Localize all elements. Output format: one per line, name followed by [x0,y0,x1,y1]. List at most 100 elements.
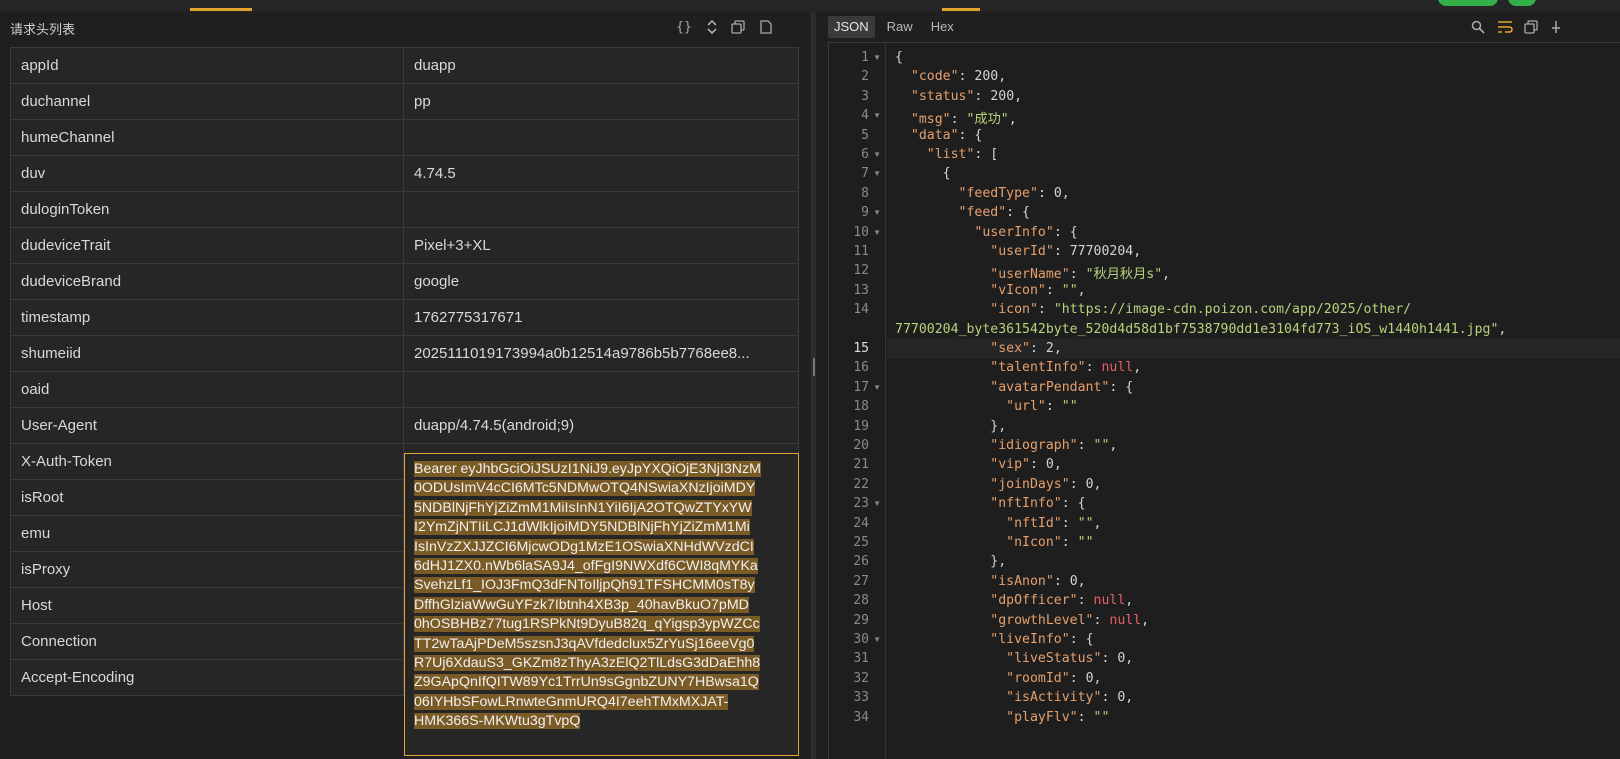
header-value[interactable]: duapp [404,48,798,84]
header-value[interactable]: Pixel+3+XL [404,228,798,264]
fold-toggle-icon[interactable]: ▼ [873,228,881,237]
header-key[interactable]: Connection [11,624,404,660]
code-line: "liveInfo": { [990,632,1094,647]
code-line: "growthLevel": null, [990,612,1150,628]
header-key[interactable]: oaid [11,372,404,408]
line-number: 26 [853,554,869,570]
code-line: "data": { [910,127,983,143]
braces-icon[interactable]: {} [674,17,694,37]
x-auth-token-value[interactable]: Bearer eyJhbGciOiJSUzI1NiJ9.eyJpYXQiOjE3… [404,453,799,756]
header-value[interactable] [404,192,798,228]
code-line: "avatarPendant": { [990,379,1134,395]
code-line: "userId": 77700204, [990,244,1142,259]
line-number: 32 [853,670,869,686]
line-number: 17 [853,379,869,395]
line-number: 8 [861,185,869,201]
header-value[interactable]: google [404,264,798,300]
header-key[interactable]: isProxy [11,552,404,588]
tab-json[interactable]: JSON [828,16,875,38]
copy-icon[interactable] [728,17,748,37]
word-wrap-icon[interactable] [1495,17,1515,37]
secondary-action-button[interactable] [1508,0,1536,6]
header-row[interactable]: User-Agent duapp/4.74.5(android;9) [11,408,798,444]
json-code-editor[interactable]: 1 ▼ 2 3 4 ▼ 5 6 ▼ 7 ▼ 8 9 ▼ 10 ▼ 11 12 13 14 15 16 17 ▼ 18 19 20 21… [828,42,1620,759]
header-value[interactable]: pp [404,84,798,120]
header-row[interactable]: humeChannel [11,120,798,156]
header-row[interactable]: dudeviceBrand google [11,264,798,300]
header-value[interactable]: 4.74.5 [404,156,798,192]
code-line: { [895,166,951,182]
header-key[interactable]: humeChannel [11,120,404,156]
header-key[interactable]: User-Agent [11,408,404,444]
fold-toggle-icon[interactable]: ▼ [873,53,881,62]
header-row[interactable]: dudeviceTrait Pixel+3+XL [11,228,798,264]
panel-splitter[interactable] [811,12,816,759]
header-row[interactable]: duloginToken [11,192,798,228]
header-value[interactable]: duapp/4.74.5(android;9) [404,408,798,444]
fold-toggle-icon[interactable]: ▼ [873,383,881,392]
header-value[interactable] [404,372,798,408]
header-row[interactable]: duchannel pp [11,84,798,120]
line-number: 14 [853,302,869,318]
header-row[interactable]: appId duapp [11,48,798,84]
fold-toggle-icon[interactable]: ▼ [873,111,881,120]
active-tab-indicator[interactable] [190,8,252,11]
header-key[interactable]: isRoot [11,480,404,516]
header-key[interactable]: Accept-Encoding [11,660,404,696]
line-number-gutter: 1 ▼ 2 3 4 ▼ 5 6 ▼ 7 ▼ 8 9 ▼ 10 ▼ 11 12 13 14 15 16 17 ▼ 18 19 20 21… [829,43,886,759]
header-row[interactable]: oaid [11,372,798,408]
code-line: "playFlv": "" [1006,709,1110,725]
response-panel: JSON Raw Hex 1 ▼ 2 3 4 ▼ 5 6 ▼ 7 ▼ 8 9 ▼ 10 ▼ 11 12 13 14 15… [818,12,1620,759]
tab-hex[interactable]: Hex [925,16,960,38]
fold-toggle-icon[interactable]: ▼ [873,499,881,508]
header-key[interactable]: appId [11,48,404,84]
header-value[interactable] [404,120,798,156]
fold-toggle-icon[interactable]: ▼ [873,635,881,644]
file-icon[interactable] [756,17,776,37]
header-key[interactable]: duv [11,156,404,192]
code-line: "code": 200, [910,69,1007,85]
line-number: 22 [853,476,869,492]
fold-toggle-icon[interactable]: ▼ [873,208,881,217]
request-headers-panel: 请求头列表 {} appId duapp duchannel pp humeChanne… [0,12,800,759]
tab-raw[interactable]: Raw [881,16,919,38]
header-row[interactable]: duv 4.74.5 [11,156,798,192]
header-key[interactable]: shumeiid [11,336,404,372]
copy-icon[interactable] [1521,17,1541,37]
splitter-grip[interactable] [813,358,815,376]
header-key[interactable]: timestamp [11,300,404,336]
action-button[interactable] [1438,0,1498,6]
header-key[interactable]: dudeviceBrand [11,264,404,300]
active-response-tab-indicator[interactable] [942,8,980,11]
line-number: 29 [853,612,869,628]
fold-toggle-icon[interactable]: ▼ [873,150,881,159]
token-line: DffhGlziaWwGuYFzk7Ibtnh4XB3p_40havBkuO7p… [414,596,749,613]
header-row[interactable]: timestamp 1762775317671 [11,300,798,336]
header-key[interactable]: duchannel [11,84,404,120]
expand-collapse-icon[interactable] [702,17,722,37]
token-line: 5NDBlNjFhYjZiZmM1MiIsInN1YiI6IjA2OTQwZTY… [414,499,752,516]
token-text: Bearer eyJhbGciOiJSUzI1NiJ9.eyJpYXQiOjE3… [414,460,789,732]
line-number: 1 [861,50,869,65]
header-value[interactable]: 1762775317671 [404,300,798,336]
token-line: TT2wTaAjPDeM5szsnJ3qAVfdedclux5ZrYuSj16e… [414,635,755,652]
header-key[interactable]: Host [11,588,404,624]
header-value[interactable]: 2025111019173994a0b12514a9786b5b7768ee8.… [404,336,798,372]
fold-toggle-icon[interactable]: ▼ [873,169,881,178]
line-number: 31 [853,651,869,667]
line-number: 15 [853,341,869,356]
line-number: 13 [853,282,869,298]
code-line: "status": 200, [910,88,1023,104]
header-key[interactable]: emu [11,516,404,552]
code-line: "sex": 2, [990,341,1062,356]
header-key[interactable]: dudeviceTrait [11,228,404,264]
line-number: 9 [861,205,869,221]
header-key[interactable]: X-Auth-Token [11,444,404,480]
code-line: "joinDays": 0, [990,476,1102,492]
header-key[interactable]: duloginToken [11,192,404,228]
pin-icon[interactable] [1546,17,1566,37]
search-icon[interactable] [1468,17,1488,37]
code-line: "list": [ [926,147,999,162]
header-row[interactable]: shumeiid 2025111019173994a0b12514a9786b5b… [11,336,798,372]
line-number: 19 [853,418,869,434]
